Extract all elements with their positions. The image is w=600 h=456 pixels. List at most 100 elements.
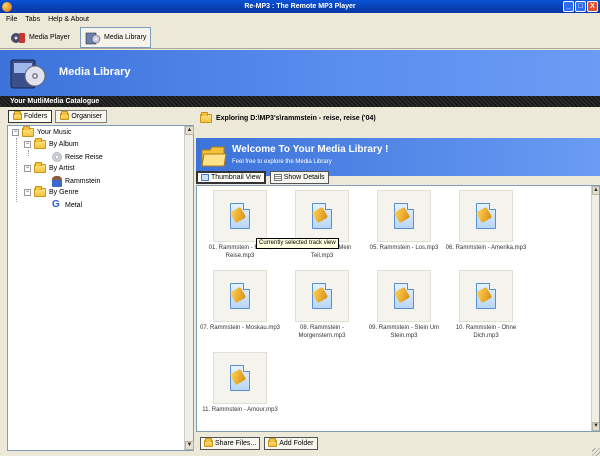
toolbar: Media Player Media Library [0,25,600,49]
collapse-icon[interactable]: − [24,141,31,148]
tree-label: By Artist [49,165,75,172]
share-folder-icon [204,438,213,447]
tab-folders[interactable]: Folders [8,110,53,123]
file-tile[interactable]: 05. Rammstein - Los.mp3 [363,190,445,252]
file-tile[interactable]: 06. Rammstein - Amerika.mp3 [445,190,527,252]
tree-line [16,138,17,202]
left-panel: Folders Organiser − Your Music − By Albu… [0,107,196,456]
tree-node-album[interactable]: Reise Reise [52,152,103,162]
catalog-header: Your MutliMedia Catalogue [0,96,600,107]
tab-organiser[interactable]: Organiser [55,110,108,123]
tree-node-genre[interactable]: G Metal [52,200,82,210]
folder-tree[interactable]: − Your Music − By Album Reise Reise − By… [7,125,194,451]
album-disc-icon [52,152,62,162]
share-files-button[interactable]: Share Files... [200,437,261,450]
file-name: 09. Rammstein - Stein Um Stein.mp3 [368,325,440,339]
view-buttons: Thumbnail View Show Details [196,171,329,184]
add-folder-button[interactable]: Add Folder [264,437,318,450]
tree-node-by-album[interactable]: − By Album [24,138,79,149]
tree-line [28,150,29,156]
left-tabs: Folders Organiser [8,110,108,123]
artist-icon [52,176,62,187]
file-tile[interactable]: 08. Rammstein - Morgenstern.mp3 [281,270,363,340]
media-library-icon [85,32,101,44]
collapse-icon[interactable]: − [12,129,19,136]
tab-media-library-label: Media Library [104,34,147,41]
welcome-subtitle: Feel free to explore the Media Library [232,159,332,165]
collapse-icon[interactable]: − [24,189,31,196]
file-name: 11. Rammstein - Amour.mp3 [202,407,278,413]
resize-grip-icon[interactable] [592,448,600,456]
close-button[interactable]: X [587,1,598,12]
thumbnail-view-label: Thumbnail View [211,174,261,181]
file-tile[interactable]: 10. Rammstein - Ohne Dich.mp3 [445,270,527,340]
tab-folders-label: Folders [24,113,48,120]
folder-icon [34,162,46,173]
tree-node-by-artist[interactable]: − By Artist [24,162,75,173]
window-controls: _ □ X [563,1,598,12]
file-name: 10. Rammstein - Ohne Dich.mp3 [455,325,517,339]
tree-node-by-genre[interactable]: − By Genre [24,186,79,197]
file-tile[interactable]: 11. Rammstein - Amour.mp3 [199,352,281,414]
right-panel: Exploring D:\MP3's\rammstein - reise, re… [196,107,600,456]
media-player-icon [11,32,25,43]
thumbnail-icon [201,174,209,181]
add-folder-icon [268,438,278,447]
file-name: 06. Rammstein - Amerika.mp3 [445,245,527,251]
open-folder-icon [200,111,212,123]
file-thumbnail [377,190,431,242]
maximize-button[interactable]: □ [575,1,586,12]
file-name: 08. Rammstein - Morgenstern.mp3 [298,325,346,339]
banner-title: Media Library [59,66,131,78]
minimize-button[interactable]: _ [563,1,574,12]
track-view-tooltip: Currently selected track view [256,238,339,249]
file-name: 05. Rammstein - Los.mp3 [369,245,439,251]
tree-node-artist[interactable]: Rammstein [52,176,100,187]
folder-icon [22,126,34,137]
file-thumbnail [213,270,267,322]
folder-icon [34,138,46,149]
tree-label: Metal [65,201,83,209]
media-library-large-icon [10,59,46,89]
file-thumbnail-grid[interactable]: 01. Rammstein - Reise, Reise.mp3 02. Ram… [196,185,600,432]
menu-file[interactable]: File [6,16,17,23]
show-details-label: Show Details [283,174,325,181]
tab-media-library[interactable]: Media Library [80,27,152,48]
file-thumbnail [459,270,513,322]
scroll-up-icon[interactable]: ▲ [185,126,194,135]
folder-large-icon [201,146,227,167]
folder-icon [13,111,22,120]
show-details-button[interactable]: Show Details [269,171,329,184]
files-scrollbar[interactable]: ▲ ▼ [591,186,599,431]
file-thumbnail [459,190,513,242]
tree-label: By Album [49,141,79,148]
tree-label: Rammstein [65,178,101,185]
scroll-up-icon[interactable]: ▲ [592,186,599,195]
organiser-icon [60,111,70,120]
collapse-icon[interactable]: − [24,165,31,172]
menu-tabs[interactable]: Tabs [25,16,40,23]
tree-node-your-music[interactable]: − Your Music [12,126,71,137]
title-bar[interactable]: Re-MP3 : The Remote MP3 Player _ □ X [0,0,600,13]
scroll-down-icon[interactable]: ▼ [185,441,194,450]
scroll-down-icon[interactable]: ▼ [592,422,599,431]
file-tile[interactable]: 09. Rammstein - Stein Um Stein.mp3 [363,270,445,340]
tree-label: By Genre [49,189,79,196]
file-thumbnail [295,270,349,322]
file-thumbnail [377,270,431,322]
file-tile[interactable]: 02. Rammstein - Mein Teil.mp3 [281,190,363,260]
library-banner: Media Library [0,50,600,96]
file-tile[interactable]: 07. Rammstein - Moskau.mp3 [199,270,281,332]
file-name: 07. Rammstein - Moskau.mp3 [199,325,281,331]
menu-help-about[interactable]: Help & About [48,16,89,23]
menu-bar: File Tabs Help & About [0,13,600,25]
thumbnail-view-button[interactable]: Thumbnail View [196,171,266,184]
file-tile[interactable]: 01. Rammstein - Reise, Reise.mp3 [199,190,281,260]
tab-media-player[interactable]: Media Player [6,27,74,48]
tab-media-player-label: Media Player [29,34,70,41]
welcome-title: Welcome To Your Media Library ! [232,144,389,155]
details-icon [273,174,282,181]
tree-scrollbar[interactable]: ▲ ▼ [184,126,194,450]
file-thumbnail [213,352,267,404]
add-folder-label: Add Folder [279,440,314,447]
